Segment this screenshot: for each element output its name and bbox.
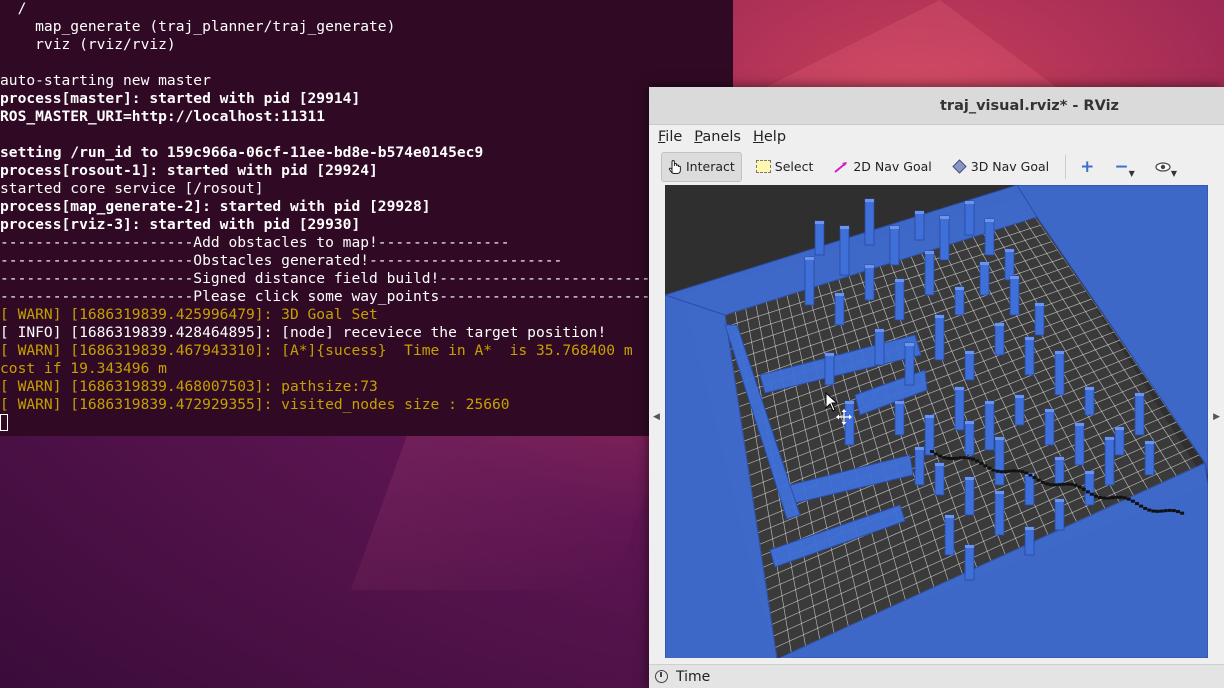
eye-icon: [1155, 161, 1171, 172]
menu-file-label: ile: [665, 129, 683, 145]
menu-file[interactable]: File: [658, 129, 682, 145]
select-label: Select: [774, 159, 814, 174]
time-label: Time: [676, 668, 711, 685]
window-title: traj_visual.rviz* - RViz: [940, 97, 1119, 114]
wallpaper-facet: [760, 0, 1060, 90]
select-icon: [755, 160, 771, 173]
rviz-window[interactable]: traj_visual.rviz* - RViz File Panels Hel…: [649, 87, 1224, 688]
add-tool-button[interactable]: +: [1074, 153, 1100, 181]
terminal-line: setting /run_id to 159c966a-06cf-11ee-bd…: [0, 144, 484, 161]
dropdown-arrow-icon: ▼: [1170, 169, 1177, 178]
toolbar-separator: [1065, 154, 1067, 179]
nav-2d-goal-button[interactable]: 2D Nav Goal: [827, 153, 937, 181]
terminal-line: ----------------------Add obstacles to m…: [0, 234, 510, 251]
remove-tool-button[interactable]: − ▼: [1108, 153, 1140, 181]
terminal-line: [ WARN] [1686319839.467943310]: [A*]{suc…: [0, 342, 633, 359]
interact-label: Interact: [686, 159, 735, 174]
diamond-icon: [952, 159, 967, 174]
terminal-line: process[map_generate-2]: started with pi…: [0, 198, 431, 215]
terminal-line: process[master]: started with pid [29914…: [0, 90, 361, 107]
terminal-line: ROS_MASTER_URI=http://localhost:11311: [0, 108, 326, 125]
terminal-line: cost if 19.343496 m: [0, 360, 167, 377]
terminal-line: process[rviz-3]: started with pid [29930…: [0, 216, 361, 233]
menu-help-mnemonic: H: [752, 129, 764, 145]
collapse-right-icon[interactable]: ▶: [1213, 412, 1220, 422]
terminal-output: / map_generate (traj_planner/traj_genera…: [0, 0, 733, 414]
terminal-line: ----------------------Obstacles generate…: [0, 252, 563, 269]
terminal-line: started core service [/rosout]: [0, 180, 264, 197]
collapse-left-icon[interactable]: ◀: [653, 412, 660, 422]
terminal-line: rviz (rviz/rviz): [0, 36, 176, 53]
terminal-line: process[rosout-1]: started with pid [299…: [0, 162, 378, 179]
render-area: ◀ ▶: [649, 184, 1224, 662]
terminal-cursor: [0, 414, 8, 431]
terminal-line: [ WARN] [1686319839.468007503]: pathsize…: [0, 378, 378, 395]
menu-panels[interactable]: Panels: [694, 129, 741, 145]
plus-icon: +: [1080, 156, 1095, 177]
terminal-prompt[interactable]: [0, 414, 733, 432]
select-tool-button[interactable]: Select: [750, 153, 820, 181]
tool-bar: Interact Select 2D Nav Goal 3D Nav Goal …: [649, 149, 1224, 184]
clock-icon: [655, 670, 668, 683]
terminal-line: ----------------------Signed distance fi…: [0, 270, 651, 287]
interact-tool-button[interactable]: Interact: [661, 151, 742, 182]
view-tool-button[interactable]: ▼: [1149, 153, 1183, 181]
terminal-line: map_generate (traj_planner/traj_generate…: [0, 18, 396, 35]
terminal-line: ----------------------Please click some …: [0, 288, 651, 305]
hand-icon: [668, 159, 681, 174]
pink-arrow-icon: [834, 161, 848, 173]
nav-3d-goal-button[interactable]: 3D Nav Goal: [946, 153, 1055, 181]
3d-viewport[interactable]: [665, 185, 1208, 658]
nav-3d-goal-label: 3D Nav Goal: [970, 159, 1050, 174]
terminal-line: /: [0, 0, 27, 17]
rviz-titlebar[interactable]: traj_visual.rviz* - RViz: [649, 87, 1224, 125]
terminal-window[interactable]: / map_generate (traj_planner/traj_genera…: [0, 0, 733, 436]
nav-2d-goal-label: 2D Nav Goal: [853, 159, 932, 174]
terminal-line: [ WARN] [1686319839.472929355]: visited_…: [0, 396, 510, 413]
menu-panels-label: anels: [702, 129, 741, 145]
dropdown-arrow-icon: ▼: [1128, 169, 1135, 178]
menu-help-label: elp: [763, 129, 787, 145]
menu-help[interactable]: Help: [753, 129, 786, 145]
terminal-line: [ WARN] [1686319839.425996479]: 3D Goal …: [0, 306, 378, 323]
terminal-line: auto-starting new master: [0, 72, 211, 89]
minus-icon: −: [1114, 156, 1129, 177]
time-panel: Time: [649, 664, 1224, 688]
menu-bar: File Panels Help: [649, 125, 1224, 149]
terminal-line: [ INFO] [1686319839.428464895]: [node] r…: [0, 324, 607, 341]
occupancy-map-scene[interactable]: [665, 185, 1208, 658]
wallpaper-facet: [350, 430, 670, 590]
